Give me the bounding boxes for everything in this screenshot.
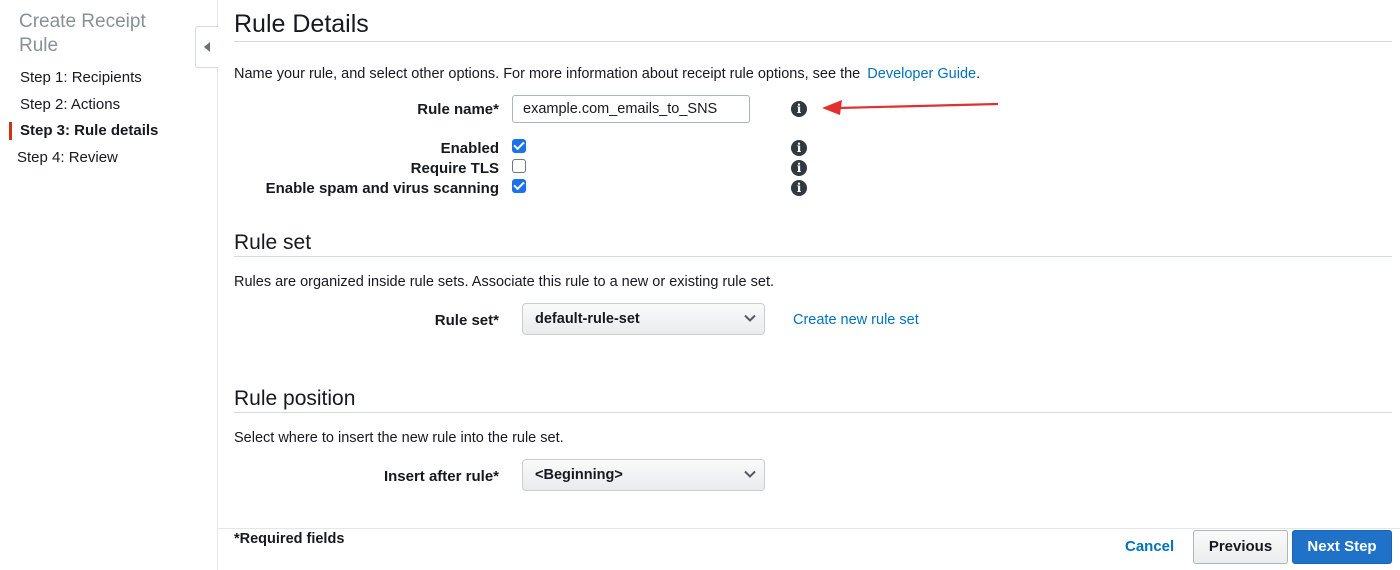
chevron-down-icon [744, 314, 756, 322]
intro-suffix: . [976, 66, 981, 82]
section-divider [234, 256, 1392, 257]
wizard-title: Create Receipt Rule [19, 11, 146, 56]
step-actions[interactable]: Step 2: Actions [20, 96, 120, 113]
rule-name-label: Rule name* [417, 101, 499, 118]
enabled-label: Enabled [440, 140, 499, 157]
next-step-button[interactable]: Next Step [1292, 530, 1392, 564]
rule-details-intro: Name your rule, and select other options… [234, 66, 980, 82]
annotation-arrow [822, 100, 999, 115]
cancel-link[interactable]: Cancel [1125, 538, 1174, 555]
rule-name-input[interactable] [512, 95, 750, 123]
rule-position-intro: Select where to insert the new rule into… [234, 430, 564, 446]
footer-divider [218, 528, 1400, 529]
enabled-info-icon[interactable]: i [791, 140, 807, 156]
collapse-left-icon [204, 42, 210, 52]
section-divider [234, 41, 1392, 42]
rule-name-info-icon[interactable]: i [791, 101, 807, 117]
required-fields-note: *Required fields [234, 531, 345, 547]
developer-guide-link[interactable]: Developer Guide [867, 66, 976, 82]
require-tls-info-icon[interactable]: i [791, 160, 807, 176]
step-recipients[interactable]: Step 1: Recipients [20, 69, 142, 86]
insert-after-rule-select[interactable]: <Beginning> [522, 459, 765, 491]
create-new-rule-set-link[interactable]: Create new rule set [793, 312, 919, 328]
intro-text: Name your rule, and select other options… [234, 66, 861, 82]
wizard-sidebar: Create Receipt Rule Step 1: Recipients S… [0, 0, 218, 570]
active-step-indicator [9, 122, 12, 140]
require-tls-label: Require TLS [410, 160, 499, 177]
spam-scanning-label: Enable spam and virus scanning [265, 180, 499, 197]
rule-set-heading: Rule set [234, 231, 312, 254]
page-title: Rule Details [234, 10, 369, 38]
enabled-checkbox[interactable] [512, 139, 526, 153]
previous-button[interactable]: Previous [1193, 530, 1288, 564]
chevron-down-icon [744, 470, 756, 478]
insert-after-rule-label: Insert after rule* [383, 468, 499, 485]
step-review[interactable]: Step 4: Review [17, 149, 118, 166]
spam-scanning-info-icon[interactable]: i [791, 180, 807, 196]
rule-set-selected-value: default-rule-set [535, 311, 640, 327]
rule-set-intro: Rules are organized inside rule sets. As… [234, 274, 774, 290]
require-tls-checkbox[interactable] [512, 159, 526, 173]
rule-position-heading: Rule position [234, 387, 356, 410]
collapse-sidebar-button[interactable] [195, 26, 218, 68]
section-divider [234, 412, 1392, 413]
rule-set-label: Rule set* [434, 312, 499, 329]
spam-scanning-checkbox[interactable] [512, 179, 526, 193]
step-rule-details[interactable]: Step 3: Rule details [20, 122, 158, 139]
insert-after-selected-value: <Beginning> [535, 467, 623, 483]
rule-set-select[interactable]: default-rule-set [522, 303, 765, 335]
